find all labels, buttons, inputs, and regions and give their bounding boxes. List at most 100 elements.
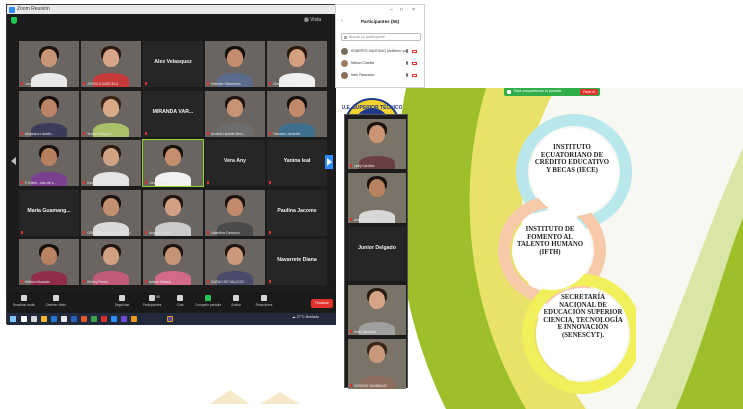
participant-tile[interactable]: GREGORI ANGEL GUILLEN (81, 189, 141, 236)
toolbar-button-video-camera[interactable]: Detener video (41, 295, 71, 307)
participant-name: Andrea Lissette Bern... (211, 131, 246, 136)
toolbar-button-participants[interactable]: Participantes 55 (137, 295, 167, 307)
zoom-title-bar: Zoom Reunión (7, 5, 337, 14)
participant-name: Nathalie Villacreses (211, 82, 241, 86)
participant-list-item[interactable]: ROBERTO SANTIAGO (Anfitrión, yo) (341, 47, 421, 57)
view-button[interactable]: ▦ Vista (304, 17, 321, 23)
toolbar-label: Compartir pantalla (194, 303, 222, 307)
strip-participant-tile[interactable]: Anita Quevedo (348, 173, 406, 223)
participant-tile[interactable]: Maria Guamang... (19, 189, 79, 236)
sharing-indicator-icon (507, 90, 511, 94)
participant-list-item[interactable]: Nelson Charles (341, 59, 421, 69)
edge-browser-icon[interactable] (51, 316, 57, 322)
store-icon[interactable] (61, 316, 67, 322)
muted-mic-icon (269, 82, 271, 85)
active-app-icon[interactable] (167, 316, 173, 322)
minimize-icon[interactable]: – (390, 7, 393, 13)
participant-tile[interactable]: Ariana Salazar (143, 239, 203, 285)
participant-tile[interactable]: Paulina Jacome (267, 189, 327, 236)
participant-tile[interactable]: Milston Alvarado (19, 239, 79, 285)
participant-tile[interactable]: Junior Charlie... (142, 139, 204, 187)
participant-tile[interactable]: Andrea Lissette Bern... (205, 90, 265, 137)
participant-search-input[interactable]: Buscar un participante (341, 33, 421, 41)
avatar (341, 60, 348, 67)
toolbar-label: Detener video (46, 303, 66, 307)
video-off-icon[interactable] (412, 73, 417, 77)
participant-tile[interactable]: Nathalie Villacreses (205, 41, 265, 87)
participant-tile[interactable]: SARAH DE VALLEJO (205, 239, 265, 285)
avatar (341, 72, 348, 79)
toolbar-button-microphone[interactable]: Reactivar audio (9, 295, 39, 307)
toolbar-button-share-screen[interactable]: Compartir pantalla (193, 295, 223, 307)
task-view-icon[interactable] (31, 316, 37, 322)
next-page-arrow-icon[interactable] (325, 155, 333, 169)
toolbar-label: Chat (176, 303, 184, 307)
participant-tile[interactable]: Yasmani Jaramillo (267, 90, 327, 137)
toolbar-button-chat[interactable]: Chat (165, 295, 195, 307)
participant-name: Yeshen Delgado (87, 131, 112, 136)
maximize-icon[interactable]: □ (400, 7, 403, 13)
participant-name: Maria Guamang... (27, 207, 71, 214)
end-meeting-button[interactable]: Finalizar (311, 299, 333, 308)
participant-tile[interactable]: Angiee Lisseth (143, 189, 203, 236)
strip-participant-tile[interactable]: Junior Delgado (348, 227, 406, 281)
toolbar-button-reactions[interactable]: Reacciones (249, 295, 279, 307)
microphone-icon[interactable] (406, 61, 408, 65)
participant-name: Angiee Lisseth (149, 230, 172, 235)
participant-tile[interactable]: Navarrete Diana (267, 239, 327, 285)
toolbar-label: Reactivar audio (12, 303, 36, 307)
windows-start-icon[interactable] (10, 316, 16, 322)
strip-participant-tile[interactable]: Lesly Carolina (348, 119, 406, 169)
close-icon[interactable]: × (412, 7, 415, 13)
participant-tile[interactable]: Valentina Carrasco (205, 189, 265, 236)
participant-count: 55 (156, 295, 160, 299)
participants-panel: – □ × ‹ Participantes (55) Buscar un par… (335, 4, 425, 88)
participant-tile[interactable]: Karen Vera Ponce (81, 140, 141, 186)
teams-icon[interactable] (121, 316, 127, 322)
chrome-icon[interactable] (101, 316, 107, 322)
participant-tile[interactable]: Alex Velasquez (143, 41, 203, 87)
search-taskbar-icon[interactable] (21, 316, 27, 322)
stop-share-button[interactable]: Parar el (580, 89, 598, 95)
floating-video-strip[interactable]: Lesly Carolina Anita Quevedo Junior Delgad… (344, 114, 408, 389)
video-off-icon[interactable] (412, 61, 417, 65)
previous-page-arrow-icon[interactable] (11, 157, 16, 165)
participant-tile[interactable]: MIRANDA VAR... (143, 90, 203, 137)
participant-tile[interactable]: Yeshen Delgado (81, 90, 141, 137)
vlc-icon[interactable] (131, 316, 137, 322)
muted-mic-icon (207, 230, 209, 234)
screen-sharing-bar[interactable]: Está compartiendo la pantalla Parar el (504, 88, 600, 96)
participant-tile[interactable]: Alejandra Lisbeth... (19, 90, 79, 137)
microphone-icon[interactable] (406, 49, 408, 53)
toolbar-button-shield[interactable]: Seguridad (107, 295, 137, 307)
video-off-icon[interactable] (412, 49, 417, 53)
participant-face (165, 247, 181, 265)
participant-tile[interactable]: Vera Any (205, 140, 265, 186)
toolbar-button-record[interactable]: Grabar (221, 295, 251, 307)
muted-mic-icon (83, 131, 85, 135)
excel-icon[interactable] (91, 316, 97, 322)
participant-tile[interactable]: Yanina leal (267, 140, 327, 186)
participant-tile[interactable]: Jonathan Daniel Ledes... (19, 41, 79, 87)
strip-participant-tile[interactable]: GENESIS ZAMBRANO (348, 339, 406, 389)
participant-name: Paulina Jacome (277, 207, 317, 214)
participant-tile[interactable]: Shirley Pecho (81, 239, 141, 285)
powerpoint-icon[interactable] (81, 316, 87, 322)
weather-tray[interactable]: ☁ 27°C Nublado (292, 315, 319, 319)
gallery-grid: Jonathan Daniel Ledes... JESSICA MARCELA A… (19, 41, 327, 289)
participant-list-item[interactable]: Neto Pastorano (341, 71, 421, 81)
muted-mic-icon (83, 230, 85, 234)
microphone-icon[interactable] (406, 73, 408, 77)
encryption-shield-icon[interactable] (11, 17, 17, 24)
strip-participant-tile[interactable]: Keily Zambrano (348, 285, 406, 335)
participant-tile[interactable]: Gloriela Aguilar (267, 41, 327, 87)
muted-mic-icon (350, 218, 352, 221)
participant-face (289, 98, 305, 117)
participant-face (227, 247, 243, 265)
participant-list-name: ROBERTO SANTIAGO (Anfitrión, yo) (351, 49, 408, 53)
file-explorer-icon[interactable] (41, 316, 47, 322)
word-icon[interactable] (71, 316, 77, 322)
participant-tile[interactable]: JESSICA MARCELA (81, 41, 141, 87)
participant-tile[interactable]: P-Ebbie...clas de s... (19, 140, 79, 186)
zoom-taskbar-icon[interactable] (111, 316, 117, 322)
